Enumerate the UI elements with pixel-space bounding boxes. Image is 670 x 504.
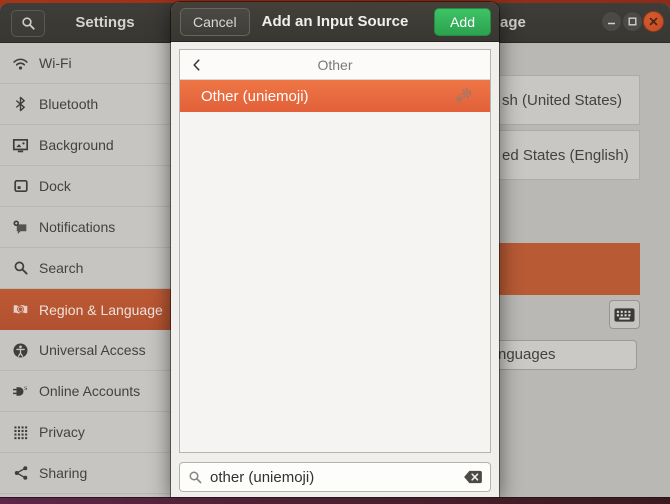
sidebar-item-label: Bluetooth bbox=[39, 96, 98, 112]
bluetooth-icon bbox=[12, 96, 29, 113]
sidebar-item-label: Universal Access bbox=[39, 342, 146, 358]
desktop: Settings age bbox=[0, 0, 670, 504]
svg-text:s: s bbox=[24, 384, 27, 391]
engine-preferences-icon[interactable] bbox=[454, 87, 473, 110]
search-icon bbox=[188, 470, 203, 490]
search-icon bbox=[12, 260, 29, 277]
sidebar-item-label: Sharing bbox=[39, 465, 87, 481]
list-item-other-uniemoji[interactable]: Other (uniemoji) bbox=[180, 80, 490, 112]
sidebar-item-bluetooth[interactable]: Bluetooth bbox=[0, 84, 171, 125]
sharing-icon bbox=[12, 465, 29, 482]
sidebar-item-label: Wi-Fi bbox=[39, 55, 72, 71]
search-input[interactable] bbox=[210, 464, 460, 490]
sidebar-item-search[interactable]: Search bbox=[0, 248, 171, 289]
sidebar-item-dock[interactable]: Dock bbox=[0, 166, 171, 207]
sidebar-item-privacy[interactable]: Privacy bbox=[0, 412, 171, 453]
chevron-left-icon bbox=[190, 58, 204, 72]
close-icon bbox=[648, 16, 659, 27]
wifi-icon bbox=[12, 55, 29, 72]
sidebar-item-sharing[interactable]: Sharing bbox=[0, 453, 171, 494]
window-title-fragment: age bbox=[500, 3, 526, 43]
sidebar-item-background[interactable]: Background bbox=[0, 125, 171, 166]
sidebar-item-label: Dock bbox=[39, 178, 71, 194]
sidebar-item-label: Search bbox=[39, 260, 83, 276]
search-entry bbox=[179, 462, 491, 492]
sidebar-item-label: Region & Language bbox=[39, 302, 163, 318]
add-button[interactable]: Add bbox=[434, 8, 491, 36]
show-keyboard-layout-button[interactable] bbox=[609, 300, 640, 329]
maximize-button[interactable] bbox=[622, 11, 643, 32]
desktop-bottom-edge bbox=[0, 497, 670, 504]
formats-row-text: ed States (English) bbox=[502, 147, 629, 164]
minimize-button[interactable] bbox=[601, 11, 622, 32]
list-header: Other bbox=[180, 50, 490, 80]
region-language-icon bbox=[12, 301, 29, 318]
cancel-button[interactable]: Cancel bbox=[180, 8, 250, 36]
sidebar-item-label: Notifications bbox=[39, 219, 115, 235]
close-button[interactable] bbox=[643, 11, 664, 32]
manage-installed-languages-label: nguages bbox=[498, 340, 556, 370]
list-item-label: Other (uniemoji) bbox=[201, 88, 309, 105]
language-row-text: sh (United States) bbox=[502, 92, 622, 109]
notifications-icon bbox=[12, 219, 29, 236]
clear-search-icon[interactable] bbox=[463, 470, 483, 489]
minimize-icon bbox=[606, 16, 617, 27]
group-title: Other bbox=[180, 57, 490, 73]
sidebar-item-label: Online Accounts bbox=[39, 383, 140, 399]
sidebar-item-wifi[interactable]: Wi-Fi bbox=[0, 43, 171, 84]
dialog-headerbar: Add an Input Source Cancel Add bbox=[171, 2, 499, 42]
input-source-list: Other Other (uniemoji) bbox=[179, 49, 491, 453]
app-title: Settings bbox=[40, 3, 170, 43]
sidebar-item-universal-access[interactable]: Universal Access bbox=[0, 330, 171, 371]
back-button[interactable] bbox=[184, 50, 210, 80]
background-icon bbox=[12, 137, 29, 154]
privacy-icon bbox=[12, 424, 29, 441]
dock-icon bbox=[12, 178, 29, 195]
add-input-source-dialog: Add an Input Source Cancel Add Other Oth… bbox=[171, 2, 499, 497]
sidebar-item-online-accounts[interactable]: s Online Accounts bbox=[0, 371, 171, 412]
sidebar-item-region-language[interactable]: Region & Language bbox=[0, 289, 171, 330]
sidebar-item-label: Background bbox=[39, 137, 114, 153]
online-accounts-icon: s bbox=[12, 383, 29, 400]
search-icon bbox=[21, 16, 36, 31]
universal-access-icon bbox=[12, 342, 29, 359]
sidebar-item-label: Privacy bbox=[39, 424, 85, 440]
settings-sidebar: Wi-Fi Bluetooth Background Dock bbox=[0, 43, 171, 497]
sidebar-item-notifications[interactable]: Notifications bbox=[0, 207, 171, 248]
keyboard-icon bbox=[614, 307, 635, 323]
maximize-icon bbox=[627, 16, 638, 27]
